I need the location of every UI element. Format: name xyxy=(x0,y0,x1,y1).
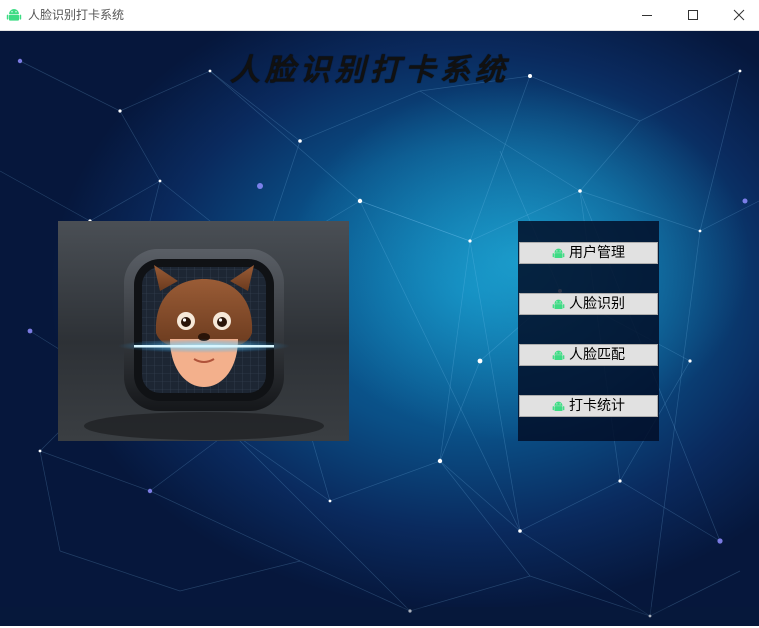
face-scan-image xyxy=(58,221,349,441)
close-icon xyxy=(733,9,745,21)
face-scan-app-icon xyxy=(84,249,324,440)
attendance-stats-button[interactable]: 打卡统计 xyxy=(519,395,658,417)
user-management-button[interactable]: 用户管理 xyxy=(519,242,658,264)
menu-item-label: 人脸匹配 xyxy=(569,347,625,363)
function-menu: 用户管理 人脸识别 人脸匹配 打卡统计 xyxy=(518,221,659,441)
android-icon xyxy=(6,7,22,23)
android-icon xyxy=(552,401,565,411)
menu-item-label: 人脸识别 xyxy=(569,296,625,312)
menu-item-label: 打卡统计 xyxy=(569,398,625,414)
maximize-icon xyxy=(688,10,698,20)
main-canvas: 人脸识别打卡系统 用户管理 人脸识别 人脸匹配 打卡统计 xyxy=(0,31,759,626)
maximize-button[interactable] xyxy=(670,0,716,30)
window-title: 人脸识别打卡系统 xyxy=(28,8,125,22)
face-recognition-button[interactable]: 人脸识别 xyxy=(519,293,658,315)
window-bottom-edge xyxy=(0,607,759,626)
minimize-button[interactable] xyxy=(624,0,670,30)
android-icon xyxy=(552,299,565,309)
android-icon xyxy=(552,350,565,360)
android-icon xyxy=(552,248,565,258)
close-button[interactable] xyxy=(716,0,759,30)
face-matching-button[interactable]: 人脸匹配 xyxy=(519,344,658,366)
page-title: 人脸识别打卡系统 xyxy=(230,53,510,88)
window-titlebar[interactable]: 人脸识别打卡系统 xyxy=(0,0,759,31)
minimize-icon xyxy=(642,15,652,16)
menu-item-label: 用户管理 xyxy=(569,245,625,261)
